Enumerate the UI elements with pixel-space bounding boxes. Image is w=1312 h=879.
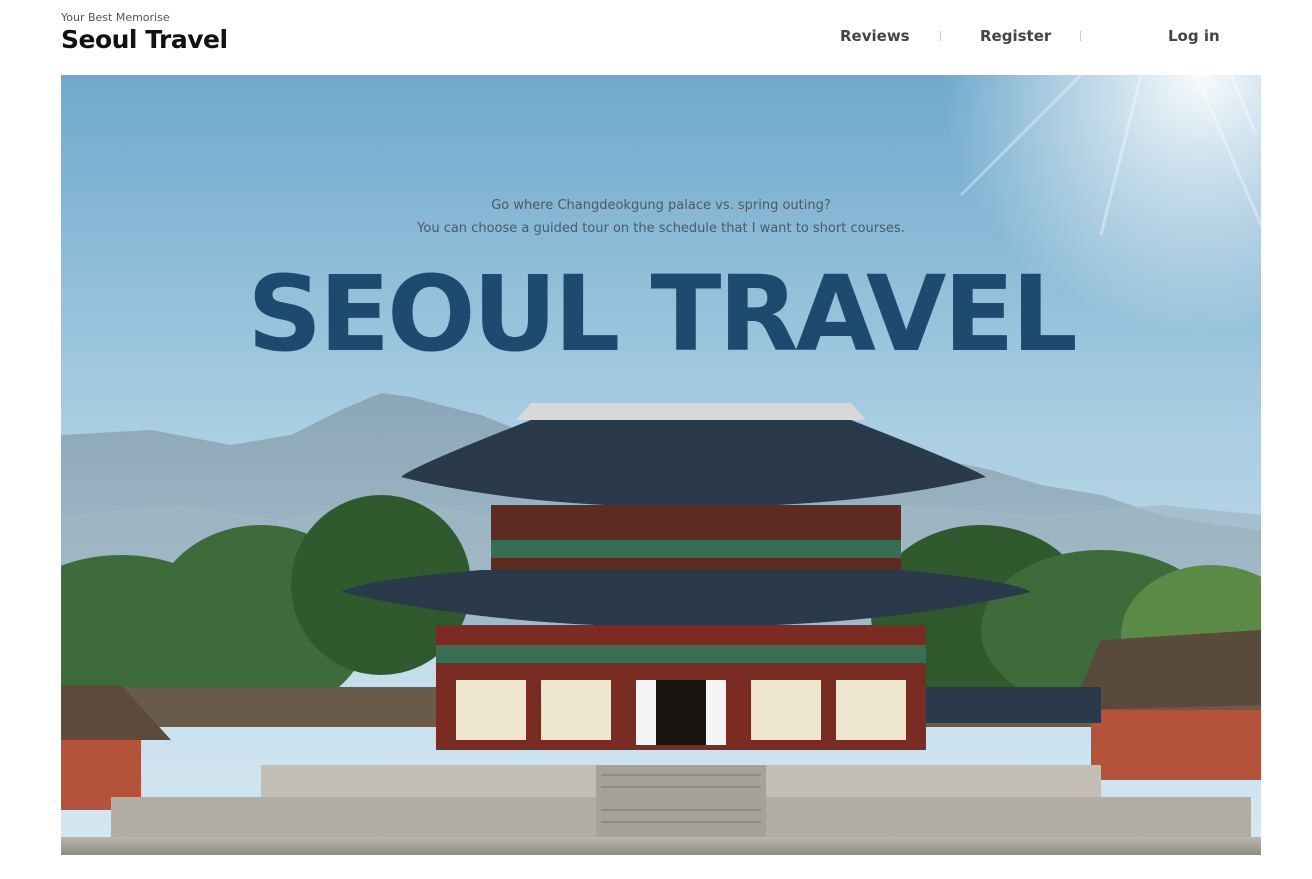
hero-title: SEOUL TRAVEL (247, 253, 1078, 375)
main-nav: Reviews Register Log in (0, 24, 1312, 48)
palace-illustration (61, 75, 1261, 855)
nav-reviews-link[interactable]: Reviews (840, 24, 910, 48)
nav-separator (1080, 31, 1081, 41)
stone-terrace (111, 765, 1251, 837)
nav-separator (940, 31, 941, 41)
hero-banner: Go where Changdeokgung palace vs. spring… (61, 75, 1261, 855)
nav-register-link[interactable]: Register (980, 24, 1051, 48)
courtyard-ground (61, 837, 1261, 855)
hero-subtitle-line1: Go where Changdeokgung palace vs. spring… (491, 198, 831, 213)
site-header: Your Best Memorise Seoul Travel Reviews … (0, 0, 1312, 75)
hero-subtitle-line2: You can choose a guided tour on the sche… (417, 221, 905, 236)
nav-login-link[interactable]: Log in (1168, 24, 1220, 48)
brand-tagline: Your Best Memorise (61, 11, 170, 24)
